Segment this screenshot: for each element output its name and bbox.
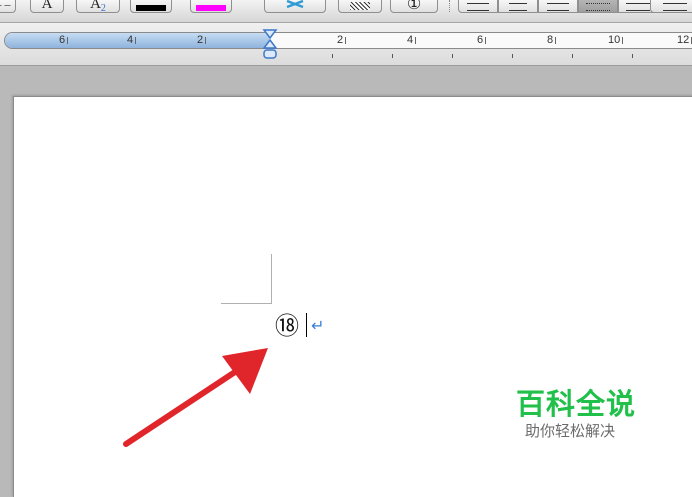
watermark-subtitle: 助你轻松解决 (525, 422, 616, 440)
watermark-title: 百科全说 (516, 387, 637, 421)
